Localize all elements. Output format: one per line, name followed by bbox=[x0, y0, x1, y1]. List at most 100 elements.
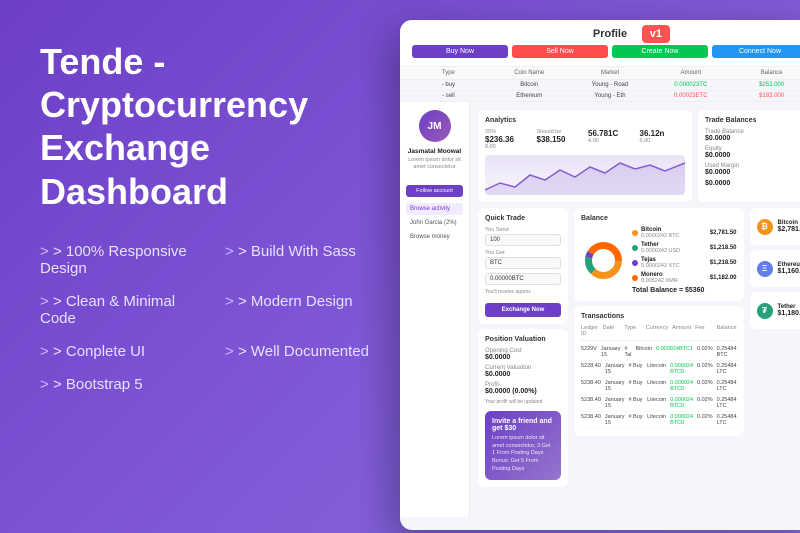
btc-value: $2,781.50 bbox=[710, 230, 737, 236]
table-row: - buy Bitcoin Young - Road 0.000023TC $2… bbox=[400, 80, 800, 91]
right-crypto-cards: ₿ Bitcoin $2,781.50 Ξ bbox=[750, 208, 800, 517]
ethereum-price-card: Ξ Ethereum $1,160.140 bbox=[750, 250, 800, 287]
sidebar-username: Jasmatal Moowal bbox=[406, 148, 463, 155]
tx4-type: # Buy bbox=[628, 397, 643, 409]
profit-row: Profit $0.0000 (0.00%) bbox=[485, 382, 561, 395]
create-now-button[interactable]: Create Now bbox=[612, 45, 708, 58]
tether-info: Tether $1,180.140 bbox=[778, 304, 800, 317]
sidebar-item-activity[interactable]: Browse activity bbox=[406, 203, 463, 215]
you-get-row: You Get BTC bbox=[485, 250, 561, 269]
transactions-table-header: Type Coin Name Market Amount Balance bbox=[400, 67, 800, 80]
tx3-type: # Buy bbox=[628, 380, 643, 392]
profit-sub: Your profit will be updated bbox=[485, 399, 561, 405]
monero-dot bbox=[632, 275, 638, 281]
tx3-balance: 0.25484 LTC bbox=[717, 380, 737, 392]
trade-balance-title: Trade Balances bbox=[705, 117, 800, 124]
analytics-title: Analytics bbox=[485, 117, 685, 124]
tx4-date: January 15 bbox=[605, 397, 625, 409]
you-get-label: You Get bbox=[485, 250, 561, 256]
transaction-title: Transactions bbox=[581, 313, 737, 320]
row1-balance: $253.000 bbox=[731, 82, 800, 88]
btc-dot bbox=[632, 230, 638, 236]
tb-value-1: $0.0000 bbox=[705, 135, 800, 142]
analytics-stats: 25% $236.36 8.00 Should be $38.150 56.78… bbox=[485, 129, 685, 150]
transaction-card: Transactions Ledger ID Date Type Currenc… bbox=[574, 306, 744, 436]
row2-market: Young - Eth bbox=[570, 93, 651, 99]
analytics-card: Analytics 25% $236.36 8.00 Should be $38… bbox=[478, 110, 692, 202]
tx3-id: 5238.40 bbox=[581, 380, 601, 392]
tb-value-2: $0.0000 bbox=[705, 152, 800, 159]
balance-card: Balance bbox=[574, 208, 744, 301]
row1-market: Young - Road bbox=[570, 82, 651, 88]
tejas-info: Tejas 0.0000242 XTC bbox=[641, 257, 707, 269]
stat-4-value: 36.12n bbox=[640, 129, 686, 138]
bitcoin-icon: ₿ bbox=[757, 219, 773, 235]
tb-row-4: $0.0000 bbox=[705, 180, 800, 187]
profit-value: $0.0000 (0.00%) bbox=[485, 388, 561, 395]
tx5-currency: Litecoin bbox=[647, 414, 666, 426]
tx-col-balance: Balance bbox=[717, 325, 737, 337]
sidebar-item-john[interactable]: John Garcia (2%) bbox=[406, 217, 463, 229]
sidebar: JM Jasmatal Moowal Lorem ipsum dolor sit… bbox=[400, 102, 470, 517]
col-balance: Balance bbox=[731, 70, 800, 76]
balance-inner: Bitcoin 0.0000242 BTC $2,781.50 Tet bbox=[581, 227, 737, 294]
you-send-label: You Send bbox=[485, 227, 561, 233]
tx2-date: January 15 bbox=[605, 363, 625, 375]
balance-total: Total Balance = $5360 bbox=[632, 287, 737, 294]
tx-row-3: 5238.40 January 15 # Buy Litecoin 0.0000… bbox=[581, 378, 737, 395]
stat-3-sub: 4.00 bbox=[588, 138, 634, 144]
balance-item-tejas: Tejas 0.0000242 XTC $1,218.50 bbox=[632, 257, 737, 269]
invite-card: Invite a friend and get $30 Lorem ipsum … bbox=[485, 411, 561, 480]
tx4-fee: 0.02% bbox=[697, 397, 713, 409]
tether-info: Tether 0.0000242 USD bbox=[641, 242, 707, 254]
tx1-type: # Tal bbox=[624, 346, 631, 358]
quick-trade-title: Quick Trade bbox=[485, 215, 561, 222]
tx-col-ledger: Ledger ID bbox=[581, 325, 599, 337]
tether-price-card: ₮ Tether $1,180.140 bbox=[750, 292, 800, 329]
btc-amount: 0.0000242 BTC bbox=[641, 233, 707, 239]
ethereum-price: $1,160.140 bbox=[778, 268, 800, 275]
col-amount: Amount bbox=[650, 70, 731, 76]
left-section: Tende - Cryptocurrency Exchange Dashboar… bbox=[0, 0, 420, 533]
stat-2-value: $38.150 bbox=[537, 135, 583, 144]
row2-type: - sell bbox=[408, 93, 489, 99]
tx5-type: # Buy bbox=[628, 414, 643, 426]
right-section: Profile Buy Now Sell Now Create Now Conn… bbox=[360, 0, 800, 533]
balance-title: Balance bbox=[581, 215, 737, 222]
tx-row-5: 5238.40 January 15 # Buy Litecoin 0.0000… bbox=[581, 412, 737, 429]
tejas-dot bbox=[632, 260, 638, 266]
ethereum-info: Ethereum $1,160.140 bbox=[778, 262, 800, 275]
you-send-input[interactable]: 100 bbox=[485, 234, 561, 246]
balance-items: Bitcoin 0.0000242 BTC $2,781.50 Tet bbox=[632, 227, 737, 294]
amount-input[interactable]: 0.00000BTC bbox=[485, 273, 561, 285]
left-cards: Quick Trade You Send 100 You Get BTC 0.0… bbox=[478, 208, 568, 517]
connect-now-button[interactable]: Connect Now bbox=[712, 45, 800, 58]
profile-header: Profile Buy Now Sell Now Create Now Conn… bbox=[400, 20, 800, 67]
stat-1-value: $236.36 bbox=[485, 135, 531, 144]
you-get-input[interactable]: BTC bbox=[485, 257, 561, 269]
opening-cost-row: Opening Cost $0.0000 bbox=[485, 348, 561, 361]
follow-account-button[interactable]: Follow account bbox=[406, 185, 463, 197]
tx3-fee: 0.02% bbox=[697, 380, 713, 392]
tether-value: $1,218.50 bbox=[710, 245, 737, 251]
tx5-date: January 15 bbox=[605, 414, 625, 426]
feature-complete: > Conplete UI bbox=[40, 343, 205, 360]
tether-icon: ₮ bbox=[757, 303, 773, 319]
tx2-balance: 0.25484 LTC bbox=[717, 363, 737, 375]
profile-buttons[interactable]: Buy Now Sell Now Create Now Connect Now bbox=[412, 45, 800, 58]
center-cards: Balance bbox=[574, 208, 744, 517]
tx1-fee: 0.02% bbox=[697, 346, 713, 358]
tx3-date: January 15 bbox=[605, 380, 625, 392]
exchange-now-button[interactable]: Exchange Now bbox=[485, 303, 561, 317]
tx-col-amount: Amount bbox=[672, 325, 691, 337]
sidebar-item-money[interactable]: Browse money bbox=[406, 231, 463, 243]
tb-value-3: $0.0000 bbox=[705, 169, 800, 176]
tx1-amount: 0.000024BTC1 bbox=[656, 346, 693, 358]
bitcoin-price-card: ₿ Bitcoin $2,781.50 bbox=[750, 208, 800, 245]
opening-cost-value: $0.0000 bbox=[485, 354, 561, 361]
avatar: JM bbox=[419, 110, 451, 142]
sell-now-button[interactable]: Sell Now bbox=[512, 45, 608, 58]
tx3-amount: 0.000024 BTC0 bbox=[670, 380, 693, 392]
btc-info: Bitcoin 0.0000242 BTC bbox=[641, 227, 707, 239]
buy-now-button[interactable]: Buy Now bbox=[412, 45, 508, 58]
